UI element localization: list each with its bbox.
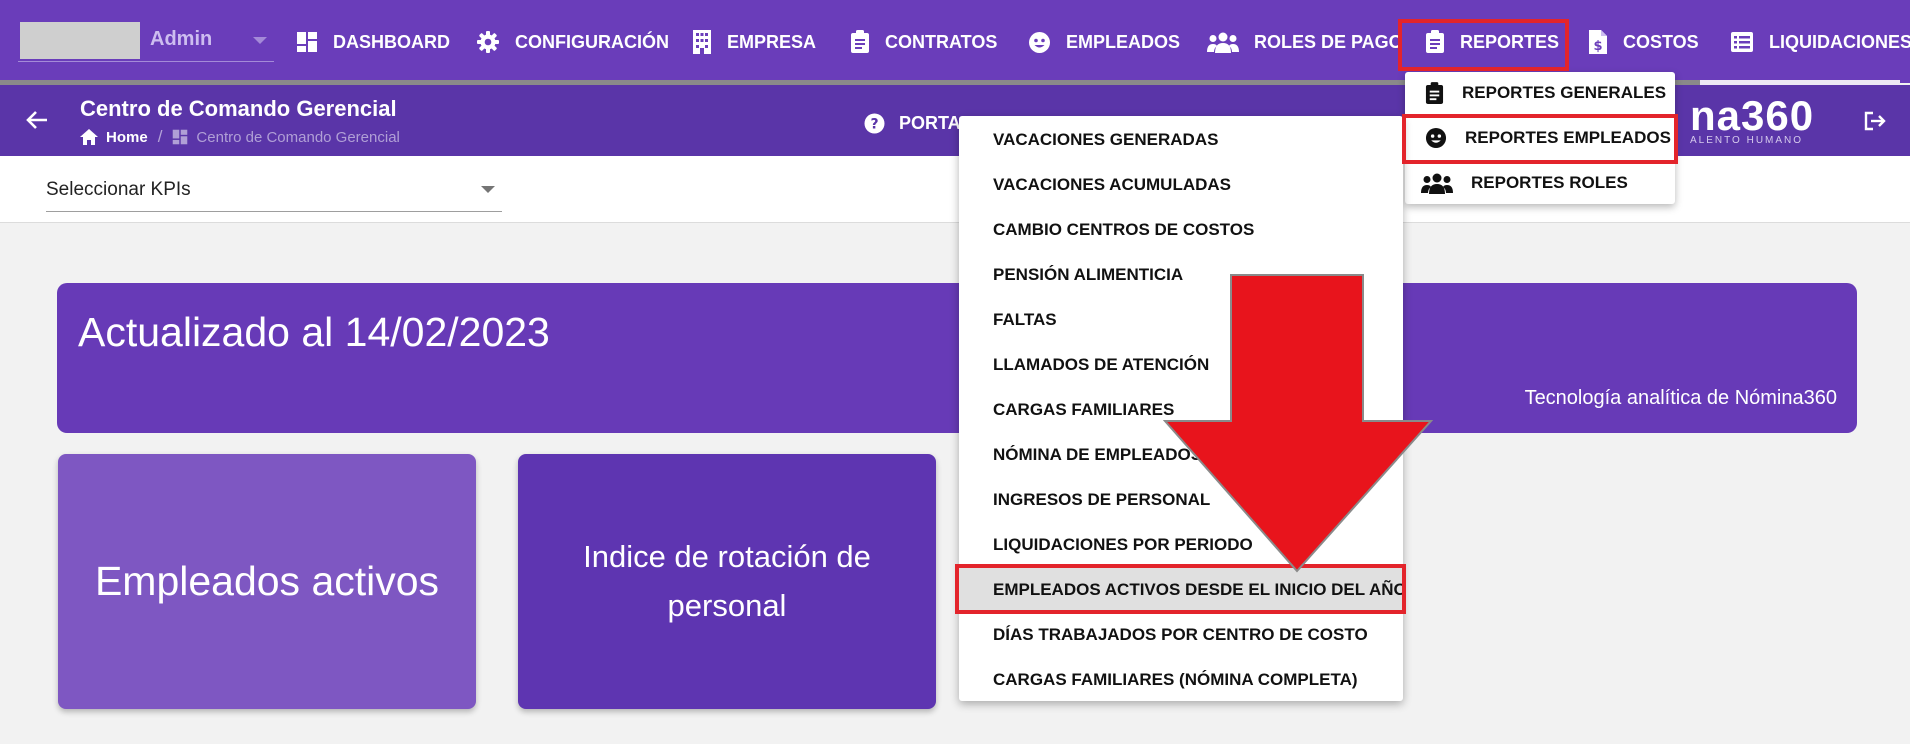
report-item-cambio-centros-costos[interactable]: CAMBIO CENTROS DE COSTOS [959,208,1403,252]
nav-contratos-label: CONTRATOS [885,31,998,52]
kpi-card-indice-rotacion[interactable]: Indice de rotación de personal [518,454,936,709]
breadcrumb-home[interactable]: Home [106,129,148,146]
chevron-down-icon [481,186,495,193]
people-icon [1207,32,1239,53]
user-selector[interactable]: Admin [18,22,274,62]
nav-roles-de-pago-label: ROLES DE PAGO [1254,31,1403,52]
report-item-vacaciones-acumuladas[interactable]: VACACIONES ACUMULADAS [959,163,1403,207]
top-navigation: Admin DASHBOARD CONFIGURACIÓN EMPRESA CO… [0,0,1910,85]
breadcrumb-current: Centro de Comando Gerencial [196,128,400,146]
chevron-down-icon [253,37,267,44]
gear-icon [477,31,499,53]
update-banner: Actualizado al 14/02/2023 Tecnología ana… [57,283,1857,433]
page-title: Centro de Comando Gerencial [80,96,397,121]
dashboard-icon [297,32,317,52]
breadcrumb: Home / Centro de Comando Gerencial [80,127,400,147]
kpi-card-label: Empleados activos [94,558,440,604]
svg-text:?: ? [870,117,878,133]
nav-empleados[interactable]: EMPLEADOS [1028,25,1180,59]
brand-tagline: ALENTO HUMANO [1690,135,1804,146]
nav-empresa-label: EMPRESA [727,31,817,52]
nav-costos[interactable]: $ COSTOS [1588,25,1699,59]
nav-liquidaciones[interactable]: LIQUIDACIONES [1730,25,1910,59]
dashboard-icon [173,129,188,145]
building-icon [693,30,711,54]
clipboard-icon [851,30,869,53]
clipboard-icon [1426,30,1444,53]
face-icon [1425,127,1447,149]
down-arrow-annotation [1163,274,1433,573]
nav-reportes-label: REPORTES [1460,31,1560,52]
reportes-menu: REPORTES GENERALES REPORTES EMPLEADOS RE… [1405,72,1675,204]
menu-item-label: REPORTES ROLES [1471,173,1628,192]
report-item-cargas-familiares-nomina-completa[interactable]: CARGAS FAMILIARES (NÓMINA COMPLETA) [959,658,1403,702]
svg-text:$: $ [1593,39,1602,54]
menu-item-reportes-generales[interactable]: REPORTES GENERALES [1405,72,1675,114]
nav-empresa[interactable]: EMPRESA [692,25,816,59]
banner-title: Actualizado al 14/02/2023 [78,309,550,355]
nav-configuracion[interactable]: CONFIGURACIÓN [476,25,669,59]
nav-contratos[interactable]: CONTRATOS [850,25,997,59]
help-circle-icon: ? [864,113,885,134]
portal-link[interactable]: ? PORTA [864,113,961,134]
brand-logo: na360 [1690,92,1815,139]
avatar [20,22,140,59]
menu-item-label: REPORTES GENERALES [1462,83,1667,102]
nav-roles-de-pago[interactable]: ROLES DE PAGO [1207,25,1403,59]
menu-item-reportes-roles[interactable]: REPORTES ROLES [1405,162,1675,204]
list-icon [1731,32,1753,52]
menu-item-reportes-empleados[interactable]: REPORTES EMPLEADOS [1405,117,1675,159]
nav-reportes[interactable]: REPORTES [1425,25,1559,59]
file-dollar-icon: $ [1589,30,1607,54]
nav-costos-label: COSTOS [1623,31,1699,52]
portal-label: PORTA [899,113,961,133]
menu-item-label: REPORTES EMPLEADOS [1465,128,1671,147]
nav-dashboard[interactable]: DASHBOARD [296,25,450,59]
user-name: Admin [150,28,213,50]
kpi-select[interactable]: Seleccionar KPIs [46,176,502,212]
people-icon [1421,173,1453,194]
nav-dashboard-label: DASHBOARD [333,31,450,52]
report-item-vacaciones-generadas[interactable]: VACACIONES GENERADAS [959,118,1403,162]
kpi-select-label: Seleccionar KPIs [46,179,191,200]
nav-empleados-label: EMPLEADOS [1066,31,1181,52]
kpi-card-label: Indice de rotación de personal [583,539,871,623]
nav-configuracion-label: CONFIGURACIÓN [515,31,669,52]
home-icon [80,129,98,145]
arrow-left-icon[interactable] [26,110,48,130]
report-item-empleados-activos-inicio-ano[interactable]: EMPLEADOS ACTIVOS DESDE EL INICIO DEL AÑ… [959,568,1407,612]
logout-icon[interactable] [1864,111,1886,131]
nav-liquidaciones-label: LIQUIDACIONES [1769,31,1910,52]
banner-subtitle: Tecnología analítica de Nómina360 [1524,387,1837,409]
breadcrumb-separator: / [157,127,163,146]
kpi-card-empleados-activos[interactable]: Empleados activos [58,454,476,709]
clipboard-icon [1425,81,1444,104]
face-icon [1029,31,1050,53]
report-item-dias-trabajados-centro-costo[interactable]: DÍAS TRABAJADOS POR CENTRO DE COSTO [959,613,1403,657]
